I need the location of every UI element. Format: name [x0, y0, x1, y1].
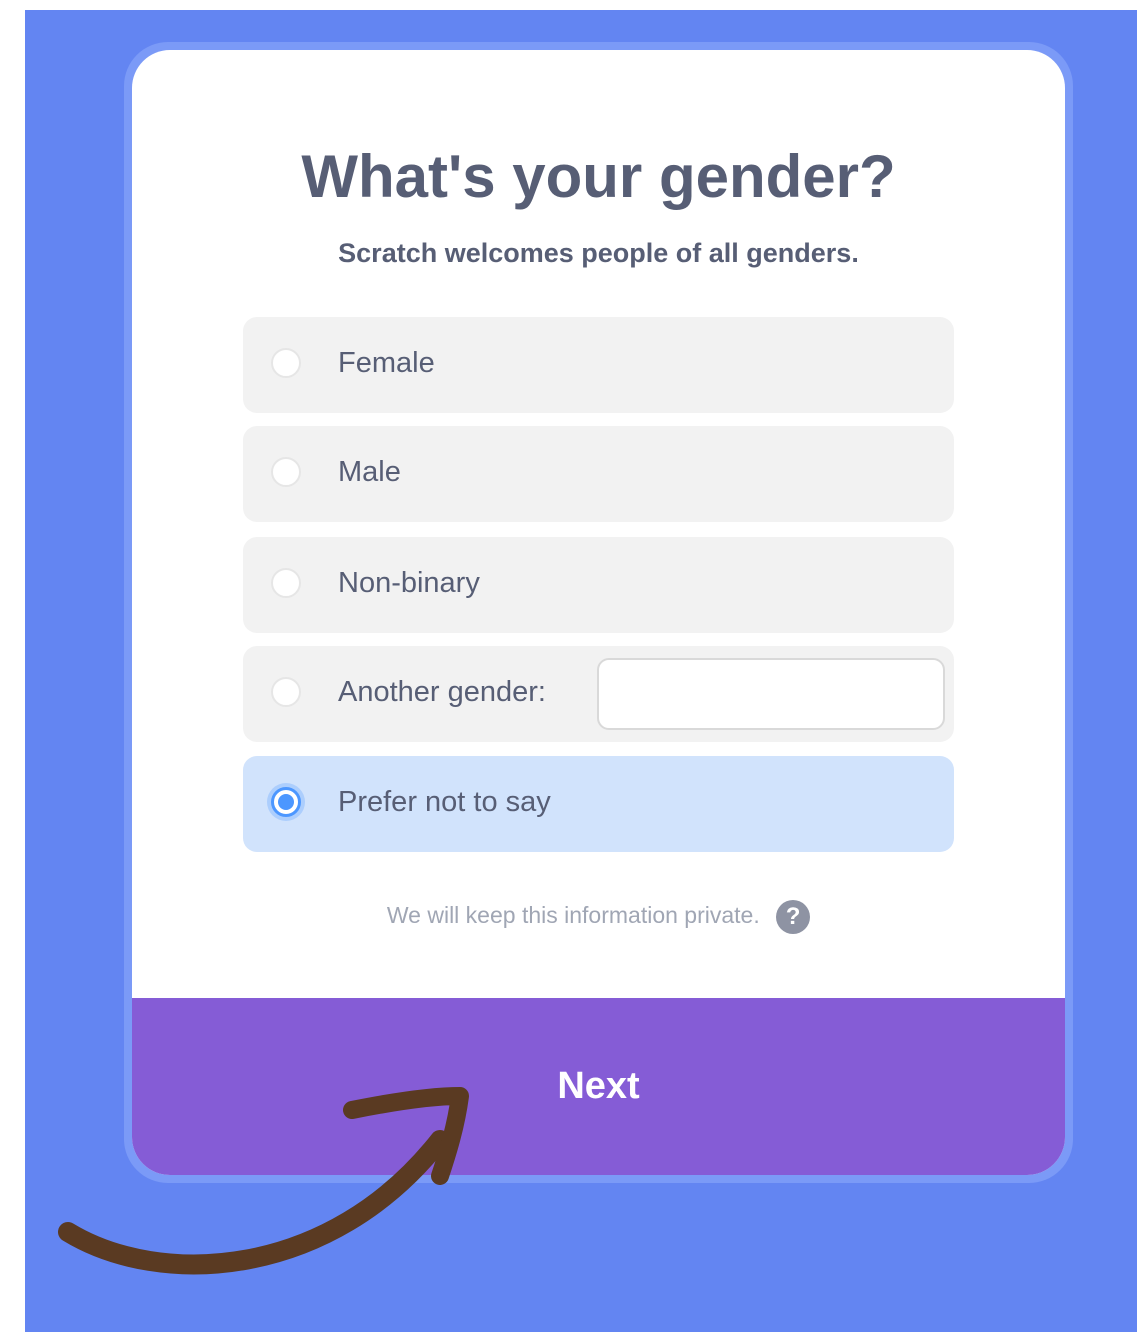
radio-male[interactable]: [271, 457, 301, 487]
option-another-gender[interactable]: Another gender:: [243, 646, 954, 742]
privacy-note: We will keep this information private.: [386, 902, 760, 928]
page-subtitle: Scratch welcomes people of all genders.: [338, 238, 859, 268]
question-mark-icon[interactable]: ?: [776, 899, 811, 934]
option-non-binary[interactable]: Non-binary: [243, 537, 954, 633]
privacy-note-row: We will keep this information private. ?: [132, 898, 1065, 934]
page-title: What's your gender?: [301, 143, 896, 210]
option-label-female: Female: [338, 347, 435, 379]
option-label-another-gender: Another gender:: [338, 676, 546, 708]
option-female[interactable]: Female: [243, 317, 954, 413]
next-button-label: Next: [557, 1065, 640, 1107]
option-label-male: Male: [338, 456, 401, 488]
gender-dialog: What's your gender? Scratch welcomes peo…: [132, 50, 1065, 1175]
radio-female[interactable]: [271, 348, 301, 378]
another-gender-input[interactable]: [597, 658, 945, 730]
option-label-non-binary: Non-binary: [338, 567, 480, 599]
option-prefer-not-to-say[interactable]: Prefer not to say: [243, 756, 954, 852]
option-label-prefer-not-to-say: Prefer not to say: [338, 786, 551, 818]
radio-non-binary[interactable]: [271, 568, 301, 598]
option-male[interactable]: Male: [243, 426, 954, 522]
radio-another-gender[interactable]: [271, 677, 301, 707]
radio-prefer-not-to-say[interactable]: [271, 787, 301, 817]
next-button[interactable]: Next: [132, 998, 1065, 1175]
